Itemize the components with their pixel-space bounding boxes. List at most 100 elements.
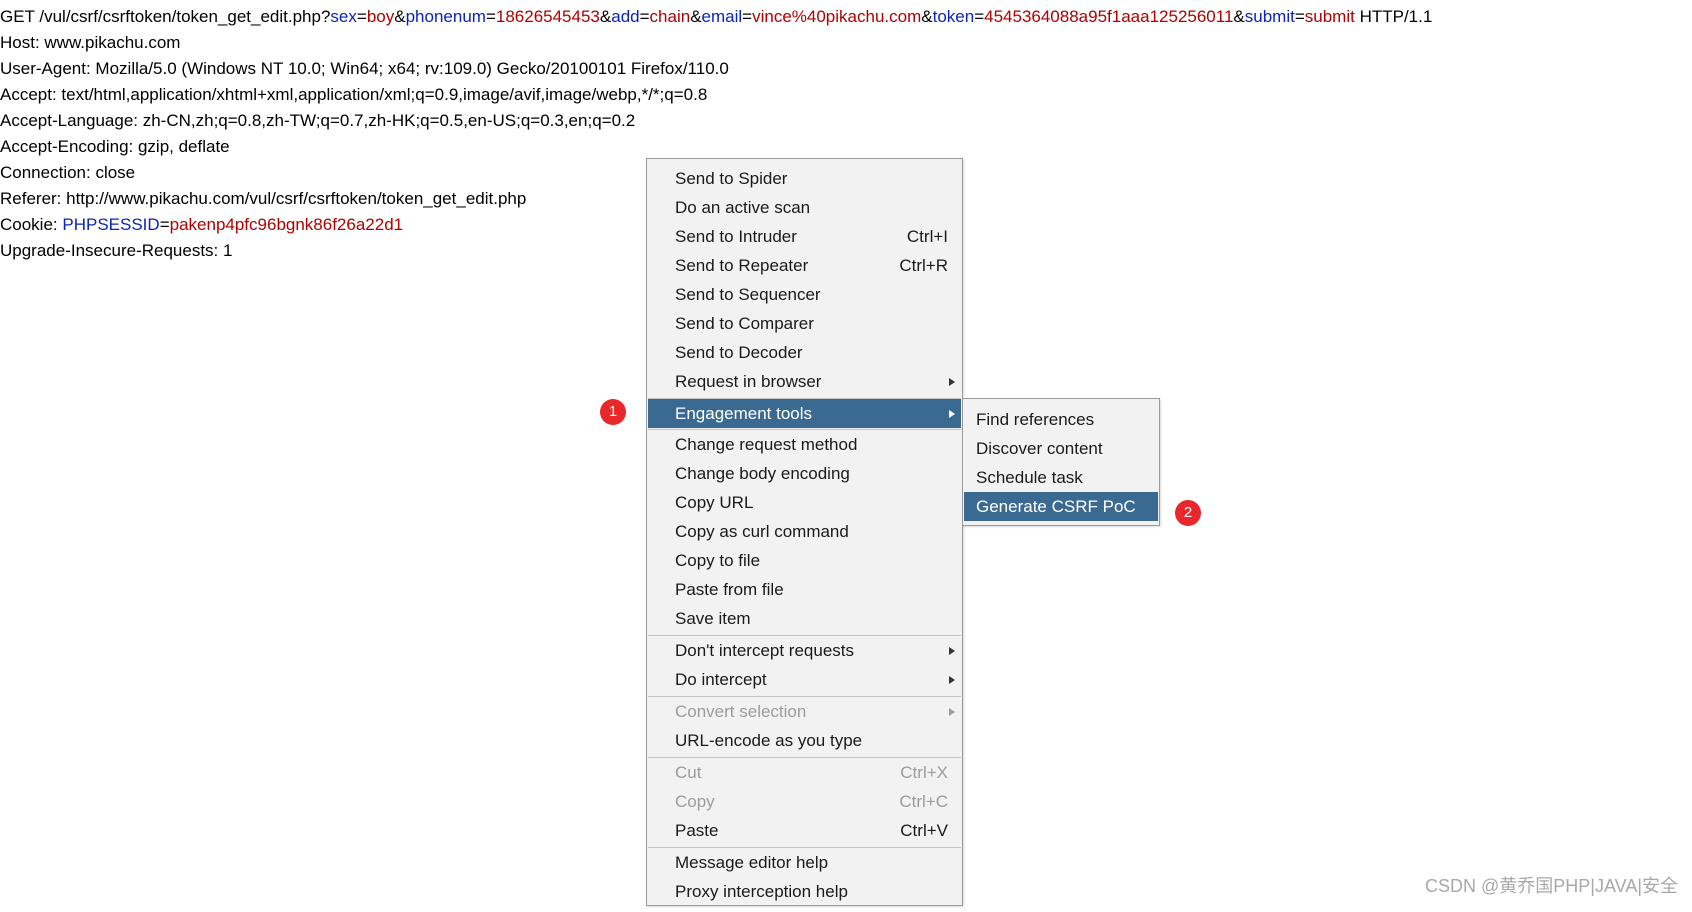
menu-item-label: Send to Repeater [675, 256, 809, 275]
submenu-arrow-icon [949, 410, 955, 418]
menu-item-request-in-browser[interactable]: Request in browser [648, 367, 961, 396]
menu-item-label: Do intercept [675, 670, 767, 689]
menu-item-do-active-scan[interactable]: Do an active scan [648, 193, 961, 222]
menu-item-dont-intercept-requests[interactable]: Don't intercept requests [648, 636, 961, 665]
submenu-item-label: Discover content [976, 439, 1103, 458]
menu-item-label: Copy to file [675, 551, 761, 570]
menu-item-copy[interactable]: Copy Ctrl+C [648, 787, 961, 816]
menu-item-copy-to-file[interactable]: Copy to file [648, 546, 961, 575]
submenu-item-schedule-task[interactable]: Schedule task [964, 463, 1158, 492]
header-accept: Accept: text/html,application/xhtml+xml,… [0, 85, 708, 104]
request-line: GET /vul/csrf/csrftoken/token_get_edit.p… [0, 4, 1432, 30]
equals-sign: = [159, 215, 170, 234]
header-user-agent: User-Agent: Mozilla/5.0 (Windows NT 10.0… [0, 59, 729, 78]
menu-item-label: Send to Spider [675, 169, 788, 188]
submenu-item-label: Schedule task [976, 468, 1083, 487]
context-menu: Send to Spider Do an active scan Send to… [646, 158, 963, 906]
menu-item-cut[interactable]: Cut Ctrl+X [648, 758, 961, 787]
menu-item-label: Send to Intruder [675, 227, 797, 246]
header-upgrade-insecure-requests: Upgrade-Insecure-Requests: 1 [0, 241, 233, 260]
step-badge-1: 1 [600, 399, 626, 425]
header-referer: Referer: http://www.pikachu.com/vul/csrf… [0, 189, 527, 208]
menu-item-label: Don't intercept requests [675, 641, 855, 660]
menu-item-engagement-tools[interactable]: Engagement tools [648, 399, 961, 428]
header-connection: Connection: close [0, 163, 136, 182]
menu-item-send-to-intruder[interactable]: Send to Intruder Ctrl+I [648, 222, 961, 251]
submenu-item-label: Find references [976, 410, 1095, 429]
menu-item-paste-from-file[interactable]: Paste from file [648, 575, 961, 604]
menu-item-change-body-encoding[interactable]: Change body encoding [648, 459, 961, 488]
menu-item-label: URL-encode as you type [675, 731, 863, 750]
param-key-phonenum: phonenum [405, 7, 486, 26]
param-key-token: token [932, 7, 975, 26]
param-key-sex: sex [330, 7, 357, 26]
menu-item-change-request-method[interactable]: Change request method [648, 430, 961, 459]
http-version: HTTP/1.1 [1354, 7, 1433, 26]
menu-item-shortcut: Ctrl+V [900, 821, 948, 840]
equals-sign: = [974, 7, 985, 26]
menu-item-label: Paste from file [675, 580, 784, 599]
menu-item-label: Send to Comparer [675, 314, 814, 333]
cookie-key: PHPSESSID [62, 215, 160, 234]
menu-item-shortcut: Ctrl+I [906, 227, 948, 246]
menu-item-send-to-spider[interactable]: Send to Spider [648, 164, 961, 193]
menu-item-label: Save item [675, 609, 751, 628]
param-key-email: email [701, 7, 743, 26]
submenu-arrow-icon [949, 676, 955, 684]
equals-sign: = [639, 7, 650, 26]
menu-item-convert-selection[interactable]: Convert selection [648, 697, 961, 726]
equals-sign: = [742, 7, 753, 26]
param-key-submit: submit [1244, 7, 1295, 26]
menu-item-url-encode-as-you-type[interactable]: URL-encode as you type [648, 726, 961, 755]
menu-item-label: Convert selection [675, 702, 807, 721]
menu-item-send-to-sequencer[interactable]: Send to Sequencer [648, 280, 961, 309]
equals-sign: = [1294, 7, 1305, 26]
menu-item-send-to-comparer[interactable]: Send to Comparer [648, 309, 961, 338]
param-key-add: add [611, 7, 640, 26]
submenu-arrow-icon [949, 647, 955, 655]
header-host: Host: www.pikachu.com [0, 33, 181, 52]
menu-item-proxy-interception-help[interactable]: Proxy interception help [648, 877, 961, 906]
header-cookie: Cookie: PHPSESSID=pakenp4pfc96bgnk86f26a… [0, 212, 403, 238]
submenu-arrow-icon [949, 378, 955, 386]
submenu-item-find-references[interactable]: Find references [964, 405, 1158, 434]
menu-item-save-item[interactable]: Save item [648, 604, 961, 633]
ampersand: & [394, 7, 406, 26]
menu-item-label: Copy [675, 792, 715, 811]
menu-item-copy-url[interactable]: Copy URL [648, 488, 961, 517]
header-accept-language: Accept-Language: zh-CN,zh;q=0.8,zh-TW;q=… [0, 111, 636, 130]
request-method-path: GET /vul/csrf/csrftoken/token_get_edit.p… [0, 7, 331, 26]
ampersand: & [599, 7, 612, 26]
menu-item-label: Engagement tools [675, 404, 813, 423]
menu-item-paste[interactable]: Paste Ctrl+V [648, 816, 961, 845]
menu-item-label: Copy URL [675, 493, 754, 512]
menu-item-shortcut: Ctrl+R [899, 256, 948, 275]
param-value-add: chain [649, 7, 691, 26]
submenu-item-generate-csrf-poc[interactable]: Generate CSRF PoC [964, 492, 1158, 521]
menu-item-label: Message editor help [675, 853, 829, 872]
equals-sign: = [485, 7, 496, 26]
menu-item-label: Paste [675, 821, 719, 840]
menu-item-label: Send to Decoder [675, 343, 803, 362]
submenu-arrow-icon [949, 708, 955, 716]
menu-item-label: Change body encoding [675, 464, 850, 483]
menu-item-copy-as-curl[interactable]: Copy as curl command [648, 517, 961, 546]
cookie-value: pakenp4pfc96bgnk86f26a22d1 [169, 215, 404, 234]
ampersand: & [1233, 7, 1245, 26]
param-value-token: 4545364088a95f1aaa125256011 [984, 7, 1234, 26]
param-value-submit: submit [1304, 7, 1355, 26]
menu-item-label: Cut [675, 763, 702, 782]
ampersand: & [690, 7, 702, 26]
menu-item-message-editor-help[interactable]: Message editor help [648, 848, 961, 877]
menu-item-do-intercept[interactable]: Do intercept [648, 665, 961, 694]
menu-item-label: Request in browser [675, 372, 822, 391]
menu-item-send-to-repeater[interactable]: Send to Repeater Ctrl+R [648, 251, 961, 280]
ampersand: & [921, 7, 933, 26]
watermark: CSDN @黄乔国PHP|JAVA|安全 [1425, 876, 1678, 896]
menu-item-label: Change request method [675, 435, 858, 454]
menu-item-label: Proxy interception help [675, 882, 848, 901]
cookie-prefix: Cookie: [0, 215, 63, 234]
param-value-email: vince%40pikachu.com [752, 7, 922, 26]
menu-item-send-to-decoder[interactable]: Send to Decoder [648, 338, 961, 367]
submenu-item-discover-content[interactable]: Discover content [964, 434, 1158, 463]
